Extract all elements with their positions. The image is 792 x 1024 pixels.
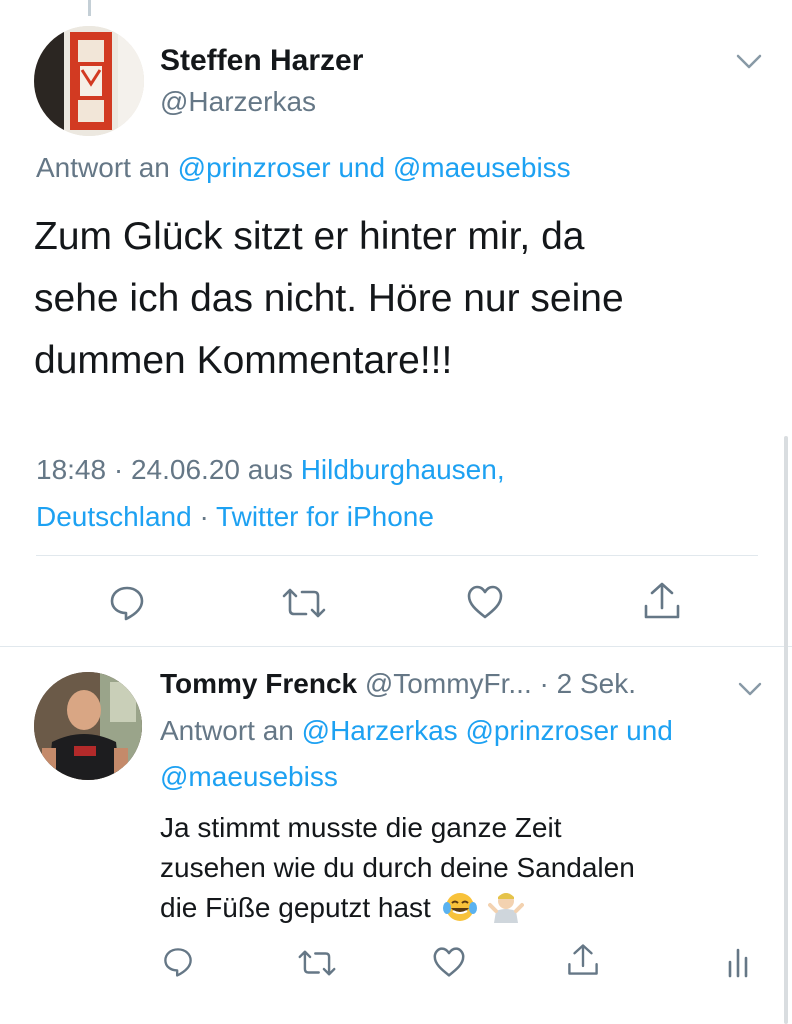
tweet1-text-line: dummen Kommentare!!!	[34, 339, 453, 382]
tweet1-text-line: Zum Glück sitzt er hinter mir, da	[34, 215, 585, 258]
retweet-icon[interactable]	[298, 948, 336, 978]
tweet1-time: 18:48	[36, 454, 107, 485]
tweet2-text-line: die Füße geputzt hast	[160, 892, 431, 923]
tweet2-header: Tommy Frenck @TommyFr... · 2 Sek.	[160, 668, 636, 700]
tweet-thread-screen: Steffen Harzer @Harzerkas Antwort an @pr…	[0, 0, 792, 1024]
mention-harzerkas[interactable]: @Harzerkas	[302, 715, 458, 746]
tweet2-time-ago[interactable]: · 2 Sek.	[540, 668, 636, 699]
meta-separator: ·	[199, 501, 209, 532]
tweet2-text-line: Ja stimmt musste die ganze Zeit	[160, 812, 562, 843]
reply-conjunction: und	[626, 715, 673, 746]
tweet1-meta: 18:48 · 24.06.20 aus Hildburghausen, Deu…	[36, 446, 736, 540]
tweet1-date: 24.06.20	[130, 454, 240, 485]
thread-connector-line	[88, 0, 91, 16]
tweet1-author-name[interactable]: Steffen Harzer	[160, 44, 363, 78]
mention-prinzroser[interactable]: @prinzroser	[178, 152, 331, 183]
tweet1-client[interactable]: Twitter for iPhone	[216, 501, 434, 532]
divider	[36, 555, 758, 556]
reply-prefix: Antwort an	[160, 715, 294, 746]
reply-conjunction: und	[338, 152, 386, 183]
tweet2-author-name[interactable]: Tommy Frenck	[160, 668, 357, 699]
meta-separator: ·	[113, 454, 124, 485]
reply-prefix: Antwort an	[36, 152, 170, 183]
like-icon[interactable]	[466, 584, 504, 620]
tweet1-text-line: sehe ich das nicht. Höre nur seine	[34, 277, 624, 320]
share-icon[interactable]	[642, 580, 682, 622]
chevron-down-icon[interactable]	[738, 682, 762, 701]
share-icon[interactable]	[566, 942, 600, 978]
reply-icon[interactable]	[108, 584, 146, 622]
tweet1-location-country[interactable]: Deutschland	[36, 501, 192, 532]
tweet1-author-handle[interactable]: @Harzerkas	[160, 86, 316, 118]
retweet-icon[interactable]	[282, 586, 326, 620]
mention-prinzroser[interactable]: @prinzroser	[465, 715, 618, 746]
divider	[0, 646, 792, 647]
person-shrugging-icon	[488, 889, 525, 934]
chevron-down-icon[interactable]	[736, 54, 762, 75]
location-prefix: aus	[247, 454, 293, 485]
like-icon[interactable]	[432, 946, 466, 978]
reply-icon[interactable]	[162, 946, 194, 978]
tweet1-reply-to: Antwort an @prinzroser und @maeusebiss	[36, 152, 571, 184]
mention-maeusebiss[interactable]: @maeusebiss	[393, 152, 571, 183]
scrollbar[interactable]	[784, 436, 788, 1024]
tweet2-reply-to: Antwort an @Harzerkas @prinzroser und @m…	[160, 708, 740, 800]
tweet1-text: Zum Glück sitzt er hinter mir, da sehe i…	[34, 206, 754, 392]
avatar-steffen-harzer[interactable]	[34, 26, 144, 136]
tweet1-location[interactable]: Hildburghausen,	[301, 454, 505, 485]
tweet2-author-handle[interactable]: @TommyFr...	[365, 668, 532, 699]
tweet2-text-line: zusehen wie du durch deine Sandalen	[160, 852, 635, 883]
tweet2-text: Ja stimmt musste die ganze Zeit zusehen …	[160, 808, 760, 934]
mention-maeusebiss[interactable]: @maeusebiss	[160, 761, 338, 792]
analytics-icon[interactable]	[726, 946, 750, 978]
avatar-tommy-frenck[interactable]	[34, 672, 142, 780]
face-with-tears-of-joy-icon	[442, 891, 477, 934]
